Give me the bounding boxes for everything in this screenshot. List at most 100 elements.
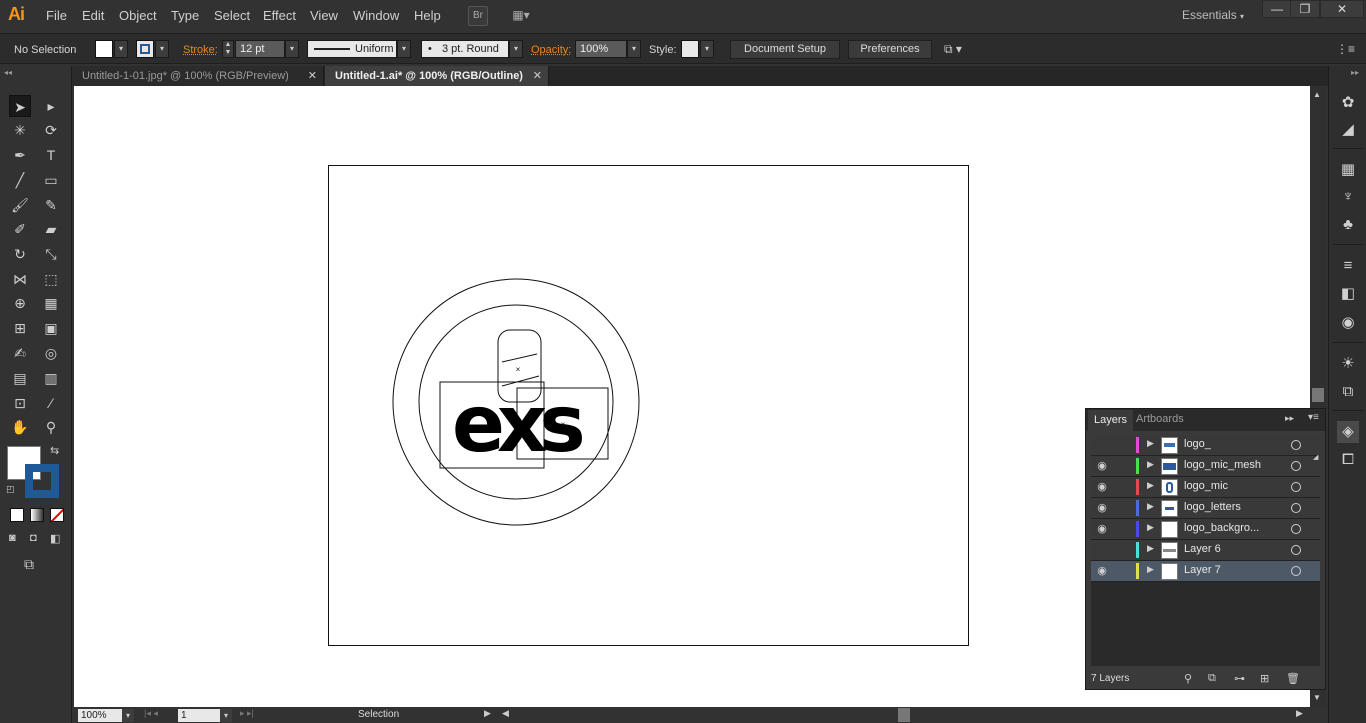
restore-button[interactable]: ❐	[1290, 0, 1320, 18]
expand-triangle-icon[interactable]: ▶	[1147, 522, 1154, 533]
layer-name[interactable]: logo_	[1184, 438, 1211, 450]
layer-row[interactable]: ▶ Layer 6	[1091, 540, 1320, 561]
arrange-icon[interactable]: ⧉ ▾	[944, 42, 962, 57]
zoom-tool-icon[interactable]: ⚲	[40, 416, 62, 438]
expand-triangle-icon[interactable]: ▶	[1147, 543, 1154, 554]
first-artboard-icon[interactable]: |◂ ◂	[144, 708, 158, 719]
swap-colors-icon[interactable]: ⇆	[50, 444, 59, 457]
zoom-field[interactable]: 100%	[78, 709, 122, 722]
screen-mode-icon[interactable]: ⧉	[24, 556, 34, 573]
scroll-left-icon[interactable]: ◀	[502, 708, 509, 719]
eye-icon[interactable]: ◉	[1095, 459, 1109, 473]
artboard-navigator[interactable]: 1	[178, 709, 220, 722]
opacity-input[interactable]: 100%	[575, 40, 627, 58]
color-palette-icon[interactable]: ✿	[1337, 92, 1359, 114]
pencil-tool-icon[interactable]: ✎	[40, 194, 62, 216]
close-icon[interactable]: ✕	[533, 66, 542, 86]
column-graph-tool-icon[interactable]: ▥	[40, 367, 62, 389]
new-layer-icon[interactable]: ⊞	[1260, 672, 1269, 685]
appearance-panel-icon[interactable]: ☀	[1337, 353, 1359, 375]
blob-brush-tool-icon[interactable]: ✐	[9, 218, 31, 240]
panel-menu-icon[interactable]: ⋮≡	[1336, 42, 1355, 56]
layer-name[interactable]: Layer 6	[1184, 543, 1221, 555]
bridge-button[interactable]: Br	[468, 6, 488, 26]
menu-edit[interactable]: Edit	[82, 8, 104, 23]
target-icon[interactable]	[1291, 440, 1301, 450]
fill-swatch[interactable]	[95, 40, 113, 58]
layer-row[interactable]: ◉ ▶ logo_backgro...	[1091, 519, 1320, 540]
preferences-button[interactable]: Preferences	[848, 40, 932, 59]
visibility-toggle[interactable]	[1095, 438, 1109, 452]
artboard-tool-icon[interactable]: ⊡	[9, 392, 31, 414]
tab-artboards[interactable]: Artboards	[1136, 413, 1184, 425]
workspace-switcher[interactable]: Essentials ▾	[1182, 8, 1244, 22]
color-guide-icon[interactable]: ◢	[1337, 119, 1359, 141]
eyedropper-tool-icon[interactable]: ✍	[9, 342, 31, 364]
opacity-label[interactable]: Opacity:	[531, 44, 571, 56]
menu-object[interactable]: Object	[119, 8, 157, 23]
status-menu-icon[interactable]: ▶	[484, 708, 491, 719]
layer-name[interactable]: logo_letters	[1184, 501, 1241, 513]
gradient-tool-icon[interactable]: ▣	[40, 317, 62, 339]
eraser-tool-icon[interactable]: ▰	[40, 218, 62, 240]
profile-dropdown[interactable]: ▾	[397, 40, 411, 58]
target-icon[interactable]	[1291, 482, 1301, 492]
line-tool-icon[interactable]: ╱	[9, 169, 31, 191]
brush-dropdown[interactable]: ▾	[509, 40, 523, 58]
tab-untitled-jpg[interactable]: Untitled-1-01.jpg* @ 100% (RGB/Preview) …	[72, 66, 324, 86]
tab-layers[interactable]: Layers	[1088, 410, 1134, 431]
stroke-stepper[interactable]: ▲ ▼	[222, 40, 234, 58]
layer-row[interactable]: ◉ ▶ Layer 7	[1091, 561, 1320, 582]
scale-tool-icon[interactable]: ⤡	[40, 243, 62, 265]
transparency-panel-icon[interactable]: ◉	[1337, 312, 1359, 334]
arrange-documents-button[interactable]: ▦▾	[506, 6, 536, 26]
stroke-weight-dropdown[interactable]: ▾	[285, 40, 299, 58]
scroll-up-icon[interactable]: ▲	[1313, 90, 1321, 99]
lasso-tool-icon[interactable]: ⟳	[40, 119, 62, 141]
layer-row[interactable]: ◉ ▶ logo_mic	[1091, 477, 1320, 498]
collapse-panel-icon[interactable]: ▸▸	[1285, 413, 1294, 424]
clipping-mask-icon[interactable]: ⧉	[1208, 672, 1216, 685]
layer-name[interactable]: Layer 7	[1184, 564, 1221, 576]
variable-width-profile[interactable]: Uniform	[307, 40, 397, 58]
menu-select[interactable]: Select	[214, 8, 250, 23]
layers-panel-icon[interactable]: ◈	[1337, 421, 1359, 443]
minimize-button[interactable]: —	[1262, 0, 1292, 18]
tab-untitled-ai[interactable]: Untitled-1.ai* @ 100% (RGB/Outline) ✕	[325, 66, 549, 86]
delete-layer-icon[interactable]: 🗑	[1286, 672, 1300, 685]
color-mode-icon[interactable]	[10, 508, 24, 522]
mesh-tool-icon[interactable]: ⊞	[9, 317, 31, 339]
eye-icon[interactable]: ◉	[1095, 522, 1109, 536]
scroll-down-icon[interactable]: ▼	[1313, 693, 1321, 702]
menu-window[interactable]: Window	[353, 8, 399, 23]
symbol-sprayer-tool-icon[interactable]: ▤	[9, 367, 31, 389]
type-tool-icon[interactable]: T	[40, 144, 62, 166]
expand-triangle-icon[interactable]: ▶	[1147, 501, 1154, 512]
artboard-dropdown[interactable]: ▾	[220, 709, 232, 722]
target-icon[interactable]	[1291, 566, 1301, 576]
last-artboard-icon[interactable]: ▸ ▸|	[240, 708, 254, 719]
none-mode-icon[interactable]	[50, 508, 64, 522]
direct-selection-tool-icon[interactable]: ▸	[40, 95, 62, 117]
stroke-weight-input[interactable]: 12 pt	[235, 40, 285, 58]
style-dropdown[interactable]: ▾	[700, 40, 714, 58]
eye-icon[interactable]: ◉	[1095, 501, 1109, 515]
expand-triangle-icon[interactable]: ▶	[1147, 564, 1154, 575]
paintbrush-tool-icon[interactable]: 🖌	[9, 194, 31, 216]
rotate-tool-icon[interactable]: ↻	[9, 243, 31, 265]
target-icon[interactable]	[1291, 503, 1301, 513]
layer-row[interactable]: ▶ logo_	[1091, 435, 1320, 456]
gradient-panel-icon[interactable]: ◧	[1337, 283, 1359, 305]
layer-row[interactable]: ◉ ▶ logo_letters	[1091, 498, 1320, 519]
stroke-panel-icon[interactable]: ≡	[1337, 255, 1359, 277]
blend-tool-icon[interactable]: ◎	[40, 342, 62, 364]
menu-help[interactable]: Help	[414, 8, 441, 23]
brushes-icon[interactable]: ♆	[1337, 186, 1359, 208]
style-swatch[interactable]	[681, 40, 699, 58]
target-icon[interactable]	[1291, 461, 1301, 471]
perspective-grid-tool-icon[interactable]: ▦	[40, 292, 62, 314]
draw-normal-icon[interactable]: ◙	[9, 532, 16, 544]
locate-object-icon[interactable]: ⚲	[1184, 672, 1192, 685]
close-icon[interactable]: ✕	[308, 66, 317, 86]
graphic-styles-icon[interactable]: ⧉	[1337, 381, 1359, 403]
